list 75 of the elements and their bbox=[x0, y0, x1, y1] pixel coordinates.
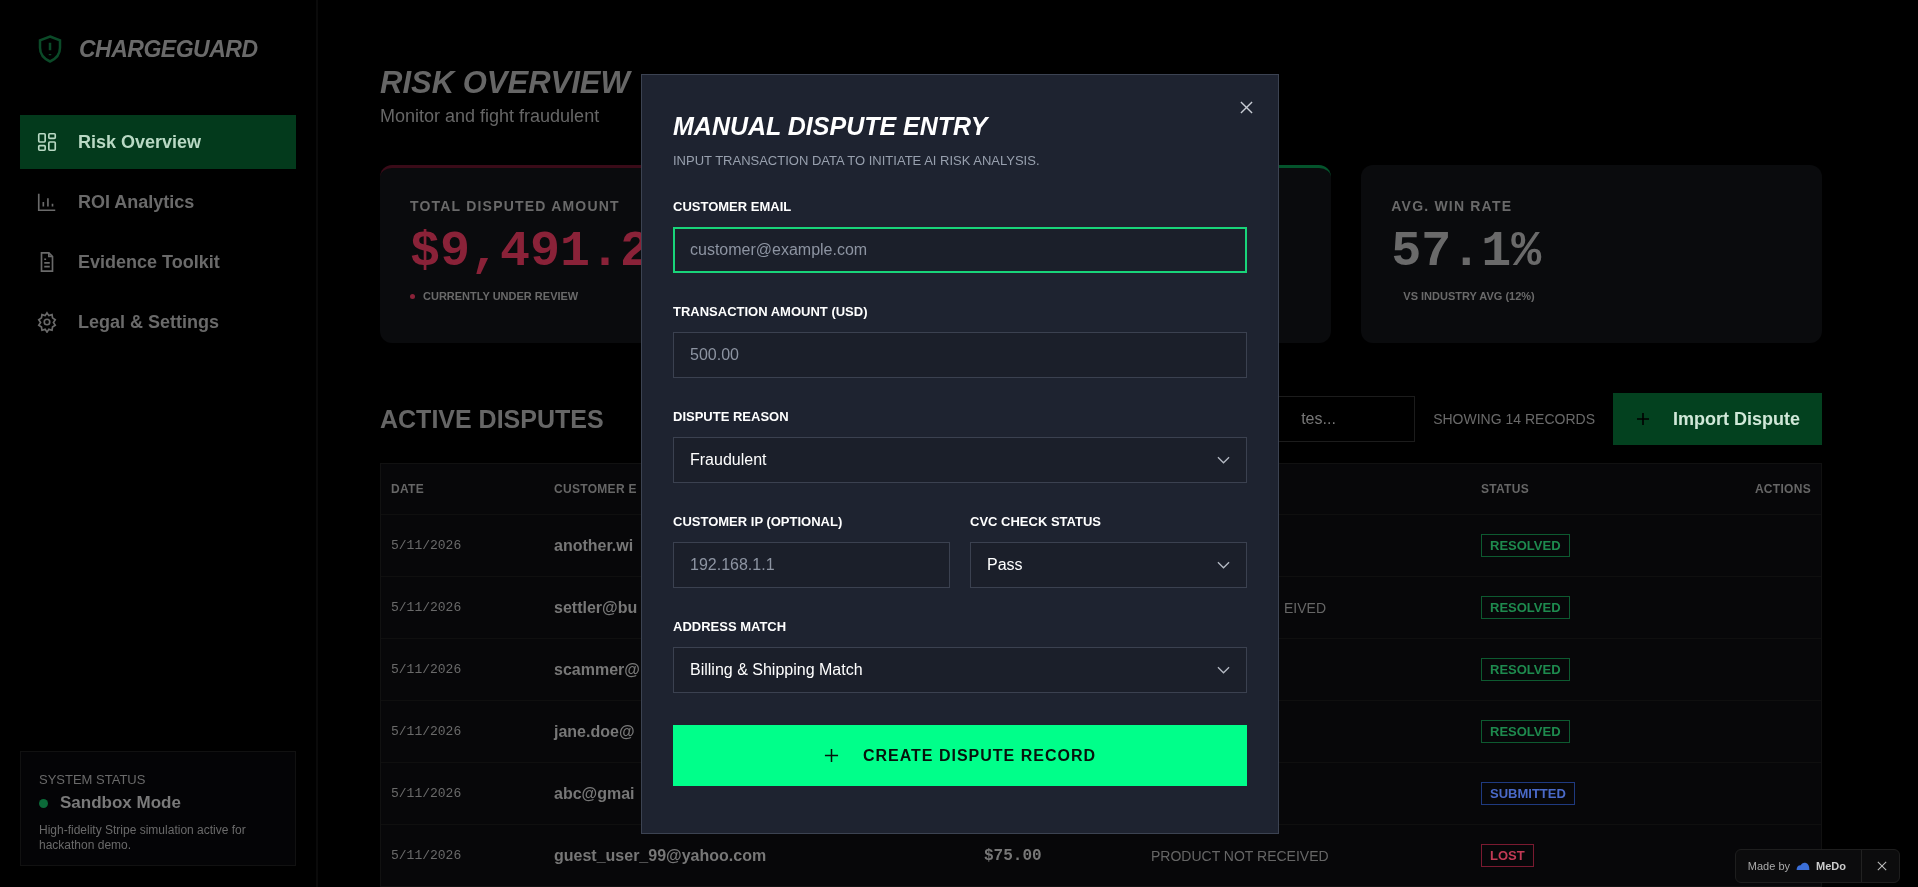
nav-item[interactable]: Risk Overview bbox=[20, 115, 296, 169]
record-count: SHOWING 14 RECORDS bbox=[1433, 411, 1595, 427]
status-mode: Sandbox Mode bbox=[60, 793, 181, 813]
customer-cell: another.wi bbox=[554, 536, 634, 555]
field-label: CUSTOMER EMAIL bbox=[673, 199, 793, 215]
stat-value: 57.1% bbox=[1391, 222, 1542, 282]
status-badge: RESOLVED bbox=[1481, 720, 1570, 743]
select-field[interactable]: Pass bbox=[970, 542, 1247, 588]
customer-cell: jane.doe@ bbox=[554, 722, 635, 741]
page-subtitle: Monitor and fight fraudulent bbox=[380, 106, 600, 127]
bar-chart-icon bbox=[36, 191, 58, 213]
plus-icon bbox=[823, 748, 839, 763]
nav-item[interactable]: Legal & Settings bbox=[20, 295, 296, 349]
chevron-down-icon bbox=[1217, 561, 1230, 569]
status-badge: LOST bbox=[1481, 844, 1534, 867]
nav-item[interactable]: ROI Analytics bbox=[20, 175, 296, 229]
status-badge: RESOLVED bbox=[1481, 596, 1570, 619]
date-cell: 5/11/2026 bbox=[391, 662, 462, 677]
reason-cell: PRODUCT NOT RECEIVED bbox=[1151, 847, 1326, 864]
page-title: RISK OVERVIEW bbox=[380, 64, 630, 102]
column-header: ACTIONS bbox=[1754, 482, 1811, 496]
grid-icon bbox=[36, 131, 58, 153]
customer-cell: abc@gmai bbox=[554, 784, 635, 803]
import-dispute-button[interactable]: Import Dispute bbox=[1613, 393, 1822, 445]
field-label: ADDRESS MATCH bbox=[673, 619, 788, 635]
date-cell: 5/11/2026 bbox=[391, 724, 462, 739]
nav-item[interactable]: Evidence Toolkit bbox=[20, 235, 296, 289]
column-header: CUSTOMER E bbox=[554, 482, 637, 496]
cloud-logo-icon bbox=[1795, 861, 1812, 871]
field-label: DISPUTE REASON bbox=[673, 409, 790, 425]
chevron-down-icon bbox=[1217, 666, 1230, 674]
modal-title: MANUAL DISPUTE ENTRY bbox=[673, 111, 990, 141]
date-cell: 5/11/2026 bbox=[391, 538, 462, 553]
input-field[interactable]: customer@example.com bbox=[673, 227, 1247, 273]
amount-cell: $75.00 bbox=[984, 847, 1042, 865]
status-badge: RESOLVED bbox=[1481, 534, 1570, 557]
chevron-down-icon bbox=[1217, 456, 1230, 464]
date-cell: 5/11/2026 bbox=[391, 600, 462, 615]
status-badge: RESOLVED bbox=[1481, 658, 1570, 681]
date-cell: 5/11/2026 bbox=[391, 786, 462, 801]
input-field[interactable]: 192.168.1.1 bbox=[673, 542, 950, 588]
field-label: CUSTOMER IP (OPTIONAL) bbox=[673, 514, 844, 530]
select-field[interactable]: Fraudulent bbox=[673, 437, 1247, 483]
stat-label: AVG. WIN RATE bbox=[1391, 198, 1513, 214]
field-label: TRANSACTION AMOUNT (USD) bbox=[673, 304, 869, 320]
made-by-badge[interactable]: Made by MeDo bbox=[1734, 849, 1900, 883]
modal-subtitle: INPUT TRANSACTION DATA TO INITIATE AI RISK ANALYSIS. bbox=[673, 153, 1041, 168]
status-description: High-fidelity Stripe simulation active for hackathon demo. bbox=[39, 823, 247, 853]
status-heading: SYSTEM STATUS bbox=[39, 772, 147, 787]
app-logo: CHARGEGUARD bbox=[79, 35, 258, 63]
select-field[interactable]: Billing & Shipping Match bbox=[673, 647, 1247, 693]
badge-brand: MeDo bbox=[1816, 860, 1846, 872]
section-title: ACTIVE DISPUTES bbox=[380, 404, 604, 434]
status-badge: SUBMITTED bbox=[1481, 782, 1575, 805]
field-label: CVC CHECK STATUS bbox=[970, 514, 1102, 530]
close-icon bbox=[1239, 100, 1253, 114]
close-icon[interactable] bbox=[1877, 861, 1887, 871]
stat-value: $9,491.2 bbox=[410, 222, 651, 282]
settings-icon bbox=[36, 311, 58, 333]
customer-cell: scammer@ bbox=[554, 660, 640, 679]
badge-text: Made by bbox=[1747, 860, 1791, 872]
date-cell: 5/11/2026 bbox=[391, 848, 462, 863]
customer-cell: settler@bu bbox=[554, 598, 638, 617]
reason-cell-text: EIVED bbox=[1283, 599, 1326, 616]
stat-label: TOTAL DISPUTED AMOUNT bbox=[410, 198, 620, 214]
alert-dot bbox=[410, 293, 415, 299]
column-header: STATUS bbox=[1481, 482, 1530, 496]
plus-icon bbox=[1635, 411, 1651, 427]
column-header: DATE bbox=[391, 482, 424, 496]
stat-note: VS INDUSTRY AVG (12%) bbox=[1403, 290, 1535, 302]
customer-cell: guest_user_99@yahoo.com bbox=[554, 846, 767, 865]
create-dispute-button[interactable]: CREATE DISPUTE RECORD bbox=[673, 725, 1247, 786]
input-field[interactable]: 500.00 bbox=[673, 332, 1247, 378]
status-dot bbox=[39, 798, 48, 808]
stat-note: CURRENTLY UNDER REVIEW bbox=[423, 290, 579, 302]
